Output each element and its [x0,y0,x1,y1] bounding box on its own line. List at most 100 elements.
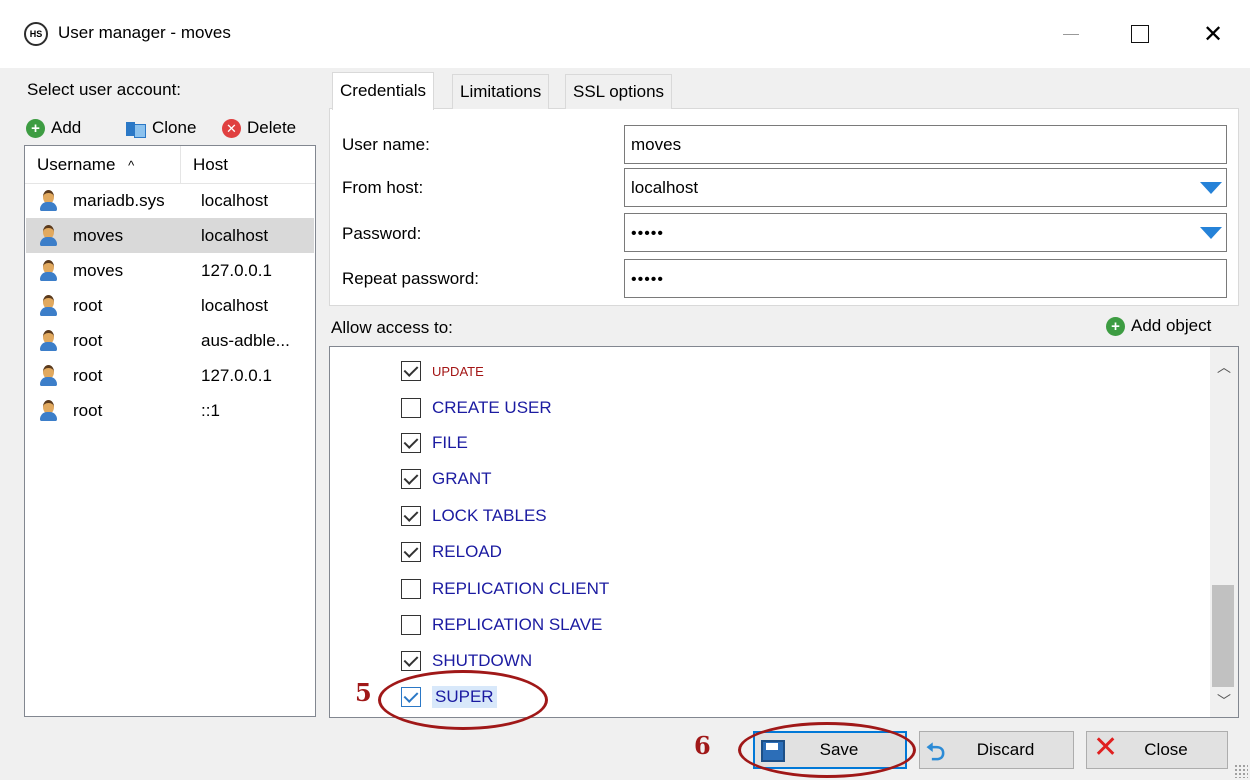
user-row[interactable]: mariadb.sys localhost [26,183,314,218]
user-name-input[interactable]: moves [624,125,1227,164]
app-icon: HS [24,22,48,46]
checkbox[interactable] [401,579,421,599]
privilege-replication-slave[interactable]: REPLICATION SLAVE [401,615,602,635]
discard-label: Discard [976,740,1035,759]
annotation-ellipse-super [378,670,548,730]
user-icon [38,225,58,247]
annotation-step-5: 5 [355,678,372,707]
checkbox[interactable] [401,433,421,453]
close-button[interactable]: ✕ Close [1086,731,1228,769]
user-name-label: User name: [342,135,430,154]
clone-user-label: Clone [152,118,197,137]
privilege-replication-client[interactable]: REPLICATION CLIENT [401,579,609,599]
close-window-button[interactable]: ✕ [1190,14,1236,54]
privileges-tree[interactable]: UPDATE CREATE USER FILE GRANT LOCK TABLE… [329,346,1239,718]
privilege-lock-tables[interactable]: LOCK TABLES [401,506,547,526]
checkbox[interactable] [401,651,421,671]
vertical-scrollbar[interactable]: ︿ ﹀ [1210,347,1238,717]
privilege-reload[interactable]: RELOAD [401,542,502,562]
privilege-label: FILE [432,433,468,452]
privilege-label: GRANT [432,469,492,488]
user-row-username: mariadb.sys [73,191,165,210]
user-row[interactable]: root ::1 [26,393,314,428]
minimize-button[interactable] [1048,14,1094,54]
tab-credentials[interactable]: Credentials [332,72,434,110]
privilege-label: SHUTDOWN [432,651,533,670]
dropdown-arrow-icon[interactable] [1200,227,1222,239]
add-object-button[interactable]: + Add object [1106,316,1211,336]
allow-access-label: Allow access to: [331,318,453,337]
user-icon [38,400,58,422]
from-host-label: From host: [342,178,424,197]
user-row-username: root [73,296,103,315]
privilege-label: UPDATE [432,363,484,379]
annotation-ellipse-save [738,722,916,778]
password-input[interactable]: ••••• [624,213,1227,252]
privilege-label: REPLICATION SLAVE [432,615,603,634]
dropdown-arrow-icon[interactable] [1200,182,1222,194]
from-host-select[interactable]: localhost [624,168,1227,207]
privilege-label: REPLICATION CLIENT [432,579,610,598]
clone-user-button[interactable]: Clone [126,116,196,140]
user-row[interactable]: root aus-adble... [26,323,314,358]
user-row-host: localhost [201,226,269,245]
privilege-shutdown[interactable]: SHUTDOWN [401,651,532,671]
annotation-step-6: 6 [694,731,711,760]
delete-icon: ✕ [222,118,241,138]
checkbox[interactable] [401,615,421,635]
user-icon [38,260,58,282]
select-user-label: Select user account: [27,80,182,99]
add-user-button[interactable]: + Add [26,116,81,140]
resize-grip[interactable] [1234,764,1248,778]
tab-limitations[interactable]: Limitations [452,74,550,109]
user-row[interactable]: root 127.0.0.1 [26,358,314,393]
user-row-username: moves [73,261,124,280]
repeat-password-input[interactable]: ••••• [624,259,1227,298]
plus-icon: + [26,118,45,138]
checkbox[interactable] [401,398,421,418]
user-row-host: localhost [201,296,269,315]
delete-user-button[interactable]: ✕ Delete [222,116,296,140]
privilege-update[interactable]: UPDATE [401,361,484,381]
checkbox[interactable] [401,361,421,381]
privilege-create-user[interactable]: CREATE USER [401,398,552,418]
user-row-selected[interactable]: moves localhost [26,218,314,253]
user-row[interactable]: moves 127.0.0.1 [26,253,314,288]
checkbox[interactable] [401,542,421,562]
user-row-username: moves [73,226,124,245]
user-icon [38,365,58,387]
user-row-host: localhost [201,191,269,210]
user-row-host: 127.0.0.1 [201,261,272,280]
user-row-host: aus-adble... [201,331,290,350]
repeat-password-label: Repeat password: [342,269,480,288]
column-header-username[interactable]: Username ^ [25,146,181,184]
user-list[interactable]: Username ^ Host mariadb.sys localhost mo… [24,145,316,717]
user-row-host: ::1 [201,401,220,420]
privilege-file[interactable]: FILE [401,433,468,453]
discard-button[interactable]: ⮌ Discard [919,731,1074,769]
delete-user-label: Delete [247,118,297,137]
sort-ascending-icon: ^ [128,158,135,173]
add-object-label: Add object [1131,316,1212,335]
tab-ssl-options[interactable]: SSL options [565,74,673,109]
privilege-label: LOCK TABLES [432,506,547,525]
privilege-label: CREATE USER [432,398,552,417]
maximize-button[interactable] [1117,14,1163,54]
window-title: User manager - moves [58,23,231,42]
user-row-username: root [73,331,103,350]
from-host-value: localhost [631,178,699,197]
user-row-username: root [73,401,103,420]
checkbox[interactable] [401,506,421,526]
scrollbar-thumb[interactable] [1212,585,1234,687]
scroll-up-icon[interactable]: ︿ [1217,357,1231,377]
user-row-username: root [73,366,103,385]
checkbox[interactable] [401,469,421,489]
privilege-grant[interactable]: GRANT [401,469,492,489]
close-label: Close [1144,740,1188,759]
user-icon [38,190,58,212]
scroll-down-icon[interactable]: ﹀ [1217,691,1231,711]
repeat-password-value: ••••• [631,271,665,288]
column-header-host[interactable]: Host [181,146,315,184]
user-row[interactable]: root localhost [26,288,314,323]
password-label: Password: [342,224,422,243]
